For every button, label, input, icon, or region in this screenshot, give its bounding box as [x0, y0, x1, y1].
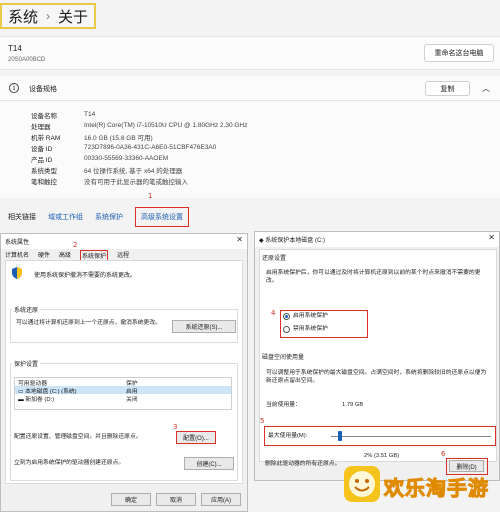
delete-text: 删除此驱动器的所有还原点。	[265, 461, 341, 467]
section-title: 磁盘空间使用量	[262, 355, 305, 361]
step-number-4: 4	[271, 309, 276, 317]
dialog-titlebar: ◆ 系统保护本地磁盘 (C:) ✕	[255, 232, 499, 247]
radio-enable-protection[interactable]	[283, 313, 290, 320]
system-protection-panel: 使用系统保护撤消不需要的系统更改。 系统还原 可以通过将计算机还原到上一个还原点…	[5, 260, 243, 484]
close-icon[interactable]: ✕	[236, 235, 243, 244]
spec-value: 16.0 GB (15.8 GB 可用)	[84, 134, 153, 142]
spec-key: 系统类型	[31, 167, 57, 175]
dialog-title: 系统保护本地磁盘 (C:)	[265, 238, 325, 244]
related-links-label: 相关链接	[8, 214, 36, 221]
dialog-titlebar: 系统属性 ✕	[1, 234, 247, 249]
max-usage-slider-row: 最大使用量(M):	[264, 426, 496, 446]
rename-pc-button[interactable]: 重命名这台电脑	[424, 44, 494, 62]
group-title: 保护设置	[12, 359, 41, 368]
spec-value: T14	[84, 111, 96, 118]
link-advanced-system-settings[interactable]: 高级系统设置	[135, 207, 189, 227]
radio-enable-label[interactable]: 启用系统保护	[293, 312, 328, 320]
spec-value: 没有可用于此显示器的笔或触控输入	[84, 178, 188, 186]
spec-key: 笔和触控	[31, 178, 57, 186]
spec-value: 64 位操作系统, 基于 x64 的处理器	[84, 167, 183, 175]
smiley-icon	[349, 471, 375, 497]
configure-button[interactable]: 配置(O)...	[176, 431, 216, 444]
max-usage-slider-thumb[interactable]	[338, 431, 342, 441]
spec-row: 设备名称 T14	[31, 109, 500, 120]
system-properties-dialog: 系统属性 ✕ 2 计算机名 硬件 高级 系统保护 远程 使用系统保护撤消不需要的…	[0, 233, 248, 512]
system-restore-text: 可以通过将计算机还原到上一个还原点，撤消系统更改。	[16, 320, 161, 326]
watermark-text: 欢乐淘手游	[384, 476, 489, 501]
cancel-button[interactable]: 取消	[156, 492, 196, 506]
radio-disable-protection[interactable]	[283, 326, 290, 333]
shield-icon	[12, 267, 22, 279]
device-specs-title: 设备规格	[29, 86, 57, 93]
spec-row: 设备 ID 723D7896-0A36-431C-A6E0-51CBF476E3A…	[31, 142, 500, 153]
group-title: 系统还原	[12, 305, 41, 314]
device-specs-header[interactable]: i 设备规格 复制 ︿	[0, 76, 500, 101]
protection-settings-panel: 还原设置 启用系统保护后，你可以通过及时将计算机还原到以前的某个时点来撤消不需要…	[259, 249, 497, 462]
spec-row: 机带 RAM 16.0 GB (15.8 GB 可用)	[31, 131, 500, 142]
spec-row: 处理器 Intel(R) Core(TM) i7-10510U CPU @ 1.8…	[31, 120, 500, 131]
disk-usage-text: 可以调整用于系统保护的最大磁盘空间。占满空间时，系统将删除较旧的还原点以便为新还…	[266, 370, 487, 384]
link-domain-workgroup[interactable]: 域或工作组	[48, 212, 83, 222]
device-specs-table: 设备名称 T14 处理器 Intel(R) Core(TM) i7-10510U C…	[0, 101, 500, 198]
spec-key: 处理器	[31, 123, 51, 131]
watermark-logo-icon	[344, 466, 380, 502]
breadcrumb-separator: ›	[46, 9, 51, 23]
drive-table: 可用驱动器 保护 ▭ 本地磁盘 (C:) (系统) 启用 ▬ 新加卷 (D:) 关闭	[14, 377, 232, 410]
info-icon: i	[9, 83, 19, 93]
device-name: T14	[8, 44, 22, 53]
chevron-up-icon[interactable]: ︿	[482, 83, 490, 94]
dialog-title: 系统属性	[5, 240, 30, 246]
configure-text: 配置还原设置、管理磁盘空间，并且删除还原点。	[14, 434, 142, 440]
step-number-3: 3	[173, 423, 178, 431]
system-restore-button[interactable]: 系统还原(S)...	[172, 320, 236, 333]
system-protection-intro: 使用系统保护撤消不需要的系统更改。	[34, 273, 137, 279]
device-card: T14 20S0A00BCD 重命名这台电脑	[0, 36, 500, 70]
step-number-1: 1	[148, 192, 153, 200]
watermark: 欢乐淘手游	[344, 465, 494, 503]
radio-disable-label[interactable]: 禁用系统保护	[293, 325, 328, 333]
spec-key: 设备 ID	[31, 145, 53, 153]
step-number-6: 6	[441, 450, 446, 458]
restore-settings-text: 启用系统保护后，你可以通过及时将计算机还原到以前的某个时点来撤消不需要的更改。	[266, 270, 481, 284]
close-icon[interactable]: ✕	[488, 233, 495, 242]
spec-key: 产品 ID	[31, 156, 53, 164]
link-system-protection[interactable]: 系统保护	[95, 212, 123, 222]
system-protection-drive-dialog: ◆ 系统保护本地磁盘 (C:) ✕ 还原设置 启用系统保护后，你可以通过及时将计…	[254, 231, 500, 481]
current-usage-value: 1.79 GB	[342, 402, 364, 408]
create-text: 立刻为启用系统保护的驱动器创建还原点。	[14, 460, 125, 466]
table-row[interactable]: ▬ 新加卷 (D:) 关闭	[15, 394, 231, 403]
max-usage-slider-track[interactable]	[331, 436, 491, 437]
copy-button[interactable]: 复制	[425, 81, 470, 96]
spec-row: 系统类型 64 位操作系统, 基于 x64 的处理器	[31, 164, 500, 175]
settings-about-page: 系统 › 关于 T14 20S0A00BCD 重命名这台电脑 i 设备规格 复制…	[0, 0, 500, 235]
spec-row: 笔和触控 没有可用于此显示器的笔或触控输入	[31, 175, 500, 186]
ok-button[interactable]: 确定	[111, 492, 151, 506]
spec-row: 产品 ID 00330-55569-33360-AAOEM	[31, 153, 500, 164]
breadcrumb-current: 关于	[58, 8, 89, 26]
related-links-bar: 相关链接 域或工作组 系统保护 高级系统设置	[0, 200, 500, 234]
section-title: 还原设置	[262, 256, 287, 262]
spec-key: 机带 RAM	[31, 134, 61, 142]
device-model: 20S0A00BCD	[8, 57, 46, 63]
apply-button[interactable]: 应用(A)	[201, 492, 241, 506]
spec-value: Intel(R) Core(TM) i7-10510U CPU @ 1.80GH…	[84, 122, 248, 129]
spec-value: 00330-55569-33360-AAOEM	[84, 155, 169, 162]
breadcrumb-parent[interactable]: 系统	[8, 6, 38, 27]
breadcrumb: 系统 › 关于	[0, 3, 97, 29]
drive-name: ▬ 新加卷 (D:)	[18, 396, 55, 403]
drive-status: 关闭	[126, 396, 138, 403]
step-number-2: 2	[73, 241, 78, 249]
spec-key: 设备名称	[31, 112, 57, 120]
create-button[interactable]: 创建(C)...	[184, 457, 234, 470]
spec-value: 723D7896-0A36-431C-A6E0-51CBF476E3A0	[84, 144, 217, 151]
max-usage-label: 最大使用量(M):	[268, 433, 308, 439]
max-usage-value: 2% (3.51 GB)	[364, 453, 400, 459]
dialog-buttons: 确定 取消 应用(A)	[5, 488, 243, 510]
step-number-5: 5	[260, 417, 265, 425]
current-usage-label: 当前使用量：	[266, 402, 301, 408]
